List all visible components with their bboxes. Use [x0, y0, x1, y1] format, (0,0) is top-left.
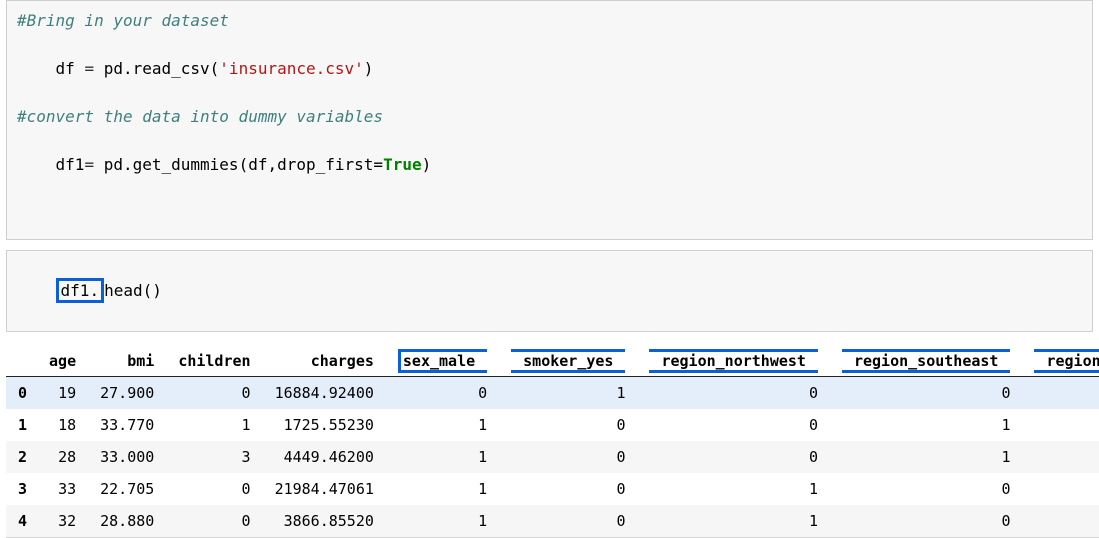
dataframe-table: age bmi children charges sex_male smoker… [6, 346, 1099, 538]
table-cell: 1 [830, 409, 1023, 441]
table-header-charges: charges [263, 346, 386, 377]
table-header-children: children [166, 346, 262, 377]
table-cell: 0 [637, 409, 830, 441]
table-header-smoker_yes: smoker_yes [499, 346, 637, 377]
table-cell: 1 [499, 377, 637, 410]
table-cell: 0 [830, 473, 1023, 505]
table-cell: 0 [830, 377, 1023, 410]
table-cell: 19 [37, 377, 88, 410]
table-cell: 1 [386, 409, 499, 441]
table-row: 22833.00034449.4620010010 [6, 441, 1099, 473]
table-index-cell: 0 [6, 377, 37, 410]
table-cell: 33.000 [88, 441, 166, 473]
table-cell: 0 [499, 409, 637, 441]
table-cell: 22.705 [88, 473, 166, 505]
table-row: 33322.705021984.4706110100 [6, 473, 1099, 505]
table-cell: 33 [37, 473, 88, 505]
table-cell: 1 [166, 409, 262, 441]
output-dataframe: age bmi children charges sex_male smoker… [6, 342, 1093, 538]
table-row: 11833.77011725.5523010010 [6, 409, 1099, 441]
code-text: pd [104, 59, 123, 78]
code-text: = [84, 59, 103, 78]
table-cell: 1 [637, 473, 830, 505]
code-text: df1 [56, 155, 85, 174]
code-comment: #Bring in your dataset [17, 11, 229, 30]
table-cell: 0 [1022, 473, 1099, 505]
table-cell: 1725.55230 [263, 409, 386, 441]
code-text: df [56, 59, 85, 78]
table-cell: 33.770 [88, 409, 166, 441]
table-cell: 0 [499, 473, 637, 505]
code-text: True [383, 155, 422, 174]
table-header-sex_male: sex_male [386, 346, 499, 377]
table-cell: 0 [637, 377, 830, 410]
code-text: = [84, 155, 103, 174]
table-header-bmi: bmi [88, 346, 166, 377]
code-text: pd [104, 155, 123, 174]
code-text: .get_dummies(df,drop_first= [123, 155, 383, 174]
table-cell: 28 [37, 441, 88, 473]
table-cell: 3 [166, 441, 262, 473]
table-cell: 21984.47061 [263, 473, 386, 505]
table-row: 01927.900016884.9240001001 [6, 377, 1099, 410]
code-cell-2[interactable]: df1.head() [6, 250, 1093, 332]
table-cell: 0 [386, 377, 499, 410]
highlight-df1: df1. [56, 278, 105, 303]
code-text: 'insurance.csv' [219, 59, 364, 78]
table-index-cell: 2 [6, 441, 37, 473]
table-header-index [6, 346, 37, 377]
table-cell: 1 [386, 441, 499, 473]
table-header-region_southwest: region_southwest [1022, 346, 1099, 377]
table-cell: 0 [166, 377, 262, 410]
code-comment: #convert the data into dummy variables [17, 107, 383, 126]
table-cell: 16884.92400 [263, 377, 386, 410]
table-header-row: age bmi children charges sex_male smoker… [6, 346, 1099, 377]
table-header-region_northwest: region_northwest [637, 346, 830, 377]
table-cell: 0 [166, 473, 262, 505]
table-header-region_southeast: region_southeast [830, 346, 1023, 377]
table-cell: 18 [37, 409, 88, 441]
code-text: .read_csv( [123, 59, 219, 78]
code-text: head() [104, 281, 162, 300]
table-header-age: age [37, 346, 88, 377]
table-cell: 27.900 [88, 377, 166, 410]
table-cell: 0 [1022, 441, 1099, 473]
table-cell: 0 [499, 441, 637, 473]
table-cell: 1 [1022, 377, 1099, 410]
table-cell: 0 [1022, 409, 1099, 441]
table-cell: 1 [830, 441, 1023, 473]
code-text: ) [422, 155, 432, 174]
code-text: ) [364, 59, 374, 78]
table-cell: 0 [637, 441, 830, 473]
code-cell-1[interactable]: #Bring in your dataset df = pd.read_csv(… [6, 0, 1093, 240]
table-cell: 1 [386, 473, 499, 505]
table-index-cell: 1 [6, 409, 37, 441]
table-index-cell: 3 [6, 473, 37, 505]
table-cell: 4449.46200 [263, 441, 386, 473]
